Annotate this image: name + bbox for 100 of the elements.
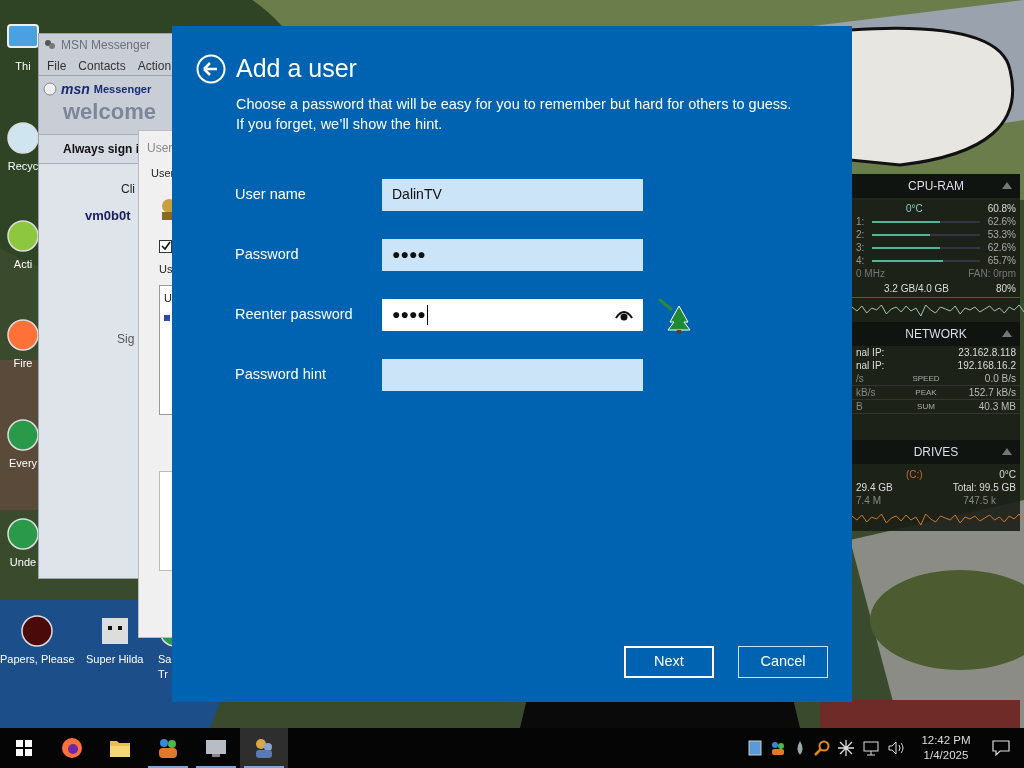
field-value: ●●●●: [392, 245, 426, 264]
ip-label: nal IP:: [856, 346, 885, 359]
core-usage: 53.3%: [987, 228, 1016, 241]
volume-icon[interactable]: [888, 740, 906, 756]
stat-label: PEAK: [915, 387, 937, 399]
product-name: Messenger: [93, 81, 152, 97]
recycle-bin-icon[interactable]: [6, 121, 40, 155]
ram-percent: 80%: [996, 282, 1016, 295]
collapse-icon[interactable]: [1002, 330, 1012, 337]
app-icon[interactable]: [6, 219, 40, 253]
desktop-icon-label[interactable]: Papers, Please: [0, 652, 75, 667]
drive-temperature: 0°C: [999, 468, 1016, 481]
core-label: 3:: [856, 241, 865, 254]
stat-value: 0.0 B/s: [983, 372, 1016, 385]
field-label: User name: [235, 184, 307, 204]
eye-icon[interactable]: [615, 308, 633, 321]
fan-speed: FAN: 0rpm: [968, 267, 1016, 280]
input-field[interactable]: DalinTV: [382, 178, 643, 211]
desktop-icon-label[interactable]: Thi: [15, 59, 31, 74]
desktop-icon-label[interactable]: Unde: [9, 555, 37, 570]
menu-item[interactable]: File: [47, 56, 67, 75]
section-title: NETWORK: [905, 326, 967, 343]
core-usage: 65.7%: [987, 254, 1016, 267]
stat-value: 152.7 kB/s: [967, 386, 1016, 399]
people-icon[interactable]: [770, 740, 786, 756]
desktop-icon-label[interactable]: Tr: [158, 667, 168, 682]
tree-cursor-icon: [658, 298, 692, 334]
sign-in-link[interactable]: Sig: [117, 329, 135, 348]
dialog-button[interactable]: Cancel: [738, 646, 828, 678]
ip-address: 192.168.16.2: [957, 359, 1016, 372]
menu-item[interactable]: Action: [137, 56, 172, 75]
section-title: CPU-RAM: [908, 178, 964, 195]
ip-address: 23.162.8.118: [958, 346, 1016, 359]
network-icon[interactable]: [862, 740, 880, 756]
checkbox[interactable]: [159, 239, 172, 253]
core-label: 2:: [856, 228, 865, 241]
field-value: DalinTV: [392, 185, 442, 204]
stat-label: SUM: [917, 401, 935, 413]
desktop-icon-label[interactable]: Recyc: [7, 159, 39, 174]
input-field[interactable]: ●●●●: [382, 238, 643, 271]
window-title: MSN Messenger: [61, 37, 151, 54]
check-icon: [160, 241, 171, 251]
drive-free-space: 29.4 GB: [856, 481, 893, 494]
core-label: 4:: [856, 254, 865, 267]
input-field[interactable]: ●●●●: [382, 298, 643, 331]
field-label: Password: [235, 244, 300, 264]
firefox-icon: [61, 737, 83, 759]
clock-time: 12:42 PM: [921, 733, 971, 748]
collapse-icon[interactable]: [1002, 182, 1012, 189]
game-icon[interactable]: [6, 517, 40, 551]
stat-value: kB/s: [856, 386, 877, 399]
firefox-icon[interactable]: [6, 318, 40, 352]
orb-icon[interactable]: [20, 614, 55, 648]
drive-total: Total: 99.5 GB: [952, 481, 1016, 494]
core-label: 1:: [856, 215, 865, 228]
drive-write-rate: 747.5 k: [963, 494, 997, 507]
section-title: DRIVES: [913, 444, 959, 461]
drive-letter: (C:): [905, 468, 923, 481]
desktop-icon-label[interactable]: Acti: [13, 257, 33, 272]
stat-value: 40.3 MB: [977, 400, 1016, 413]
notification-icon: [992, 740, 1010, 756]
welcome-text: welcome: [63, 98, 156, 126]
desktop-icon-label[interactable]: Super Hilda: [86, 652, 144, 667]
game-icon[interactable]: [6, 418, 40, 452]
list-item[interactable]: U: [164, 290, 176, 307]
field-value: ●●●●: [392, 305, 426, 324]
field-label: Password hint: [235, 364, 328, 384]
tablet-icon[interactable]: [748, 740, 762, 756]
input-field[interactable]: [382, 358, 643, 391]
clock-date: 1/4/2025: [923, 748, 969, 763]
window-title: User: [147, 140, 174, 157]
ram-usage: 3.2 GB/4.0 GB: [883, 282, 950, 295]
stat-label: SPEED: [912, 373, 940, 385]
folder-icon: [109, 738, 131, 758]
drive-read-rate: 7.4 M: [856, 494, 881, 507]
sparkle-icon[interactable]: [838, 740, 854, 756]
monitor-icon: [205, 738, 227, 758]
cpu-usage: 60.8%: [987, 202, 1016, 215]
menu-item[interactable]: Contacts: [78, 56, 126, 75]
clock[interactable]: 12:42 PM 1/4/2025: [914, 733, 978, 763]
collapse-icon[interactable]: [1002, 448, 1012, 455]
cpu-clock: 0 MHz: [856, 267, 885, 280]
account-name: vm0b0t: [85, 207, 131, 225]
dialog-title: Add a user: [236, 53, 357, 84]
people-icon: [43, 38, 57, 52]
desktop-icon-label[interactable]: Fire: [13, 356, 33, 371]
stat-value: B: [856, 400, 864, 413]
prompt-text: Cli: [121, 181, 135, 198]
section-label: Us: [159, 261, 174, 277]
windows-logo-icon: [16, 740, 32, 756]
sign-in-option: Always sign i: [63, 140, 140, 158]
desktop-icon-label[interactable]: Every: [8, 456, 38, 471]
user-icon: [159, 197, 173, 220]
brand-logo: msn: [61, 79, 90, 99]
desktop-icon-label[interactable]: Sa: [158, 652, 172, 667]
taskbar-app-button[interactable]: [240, 728, 288, 768]
core-usage: 62.6%: [987, 241, 1016, 254]
dialog-button[interactable]: Next: [624, 646, 714, 678]
search-icon[interactable]: [814, 740, 830, 756]
dialog-description: Choose a password that will be easy for you to remember but hard for others to guess. If you forget, we’ll show the hint.: [236, 94, 793, 134]
